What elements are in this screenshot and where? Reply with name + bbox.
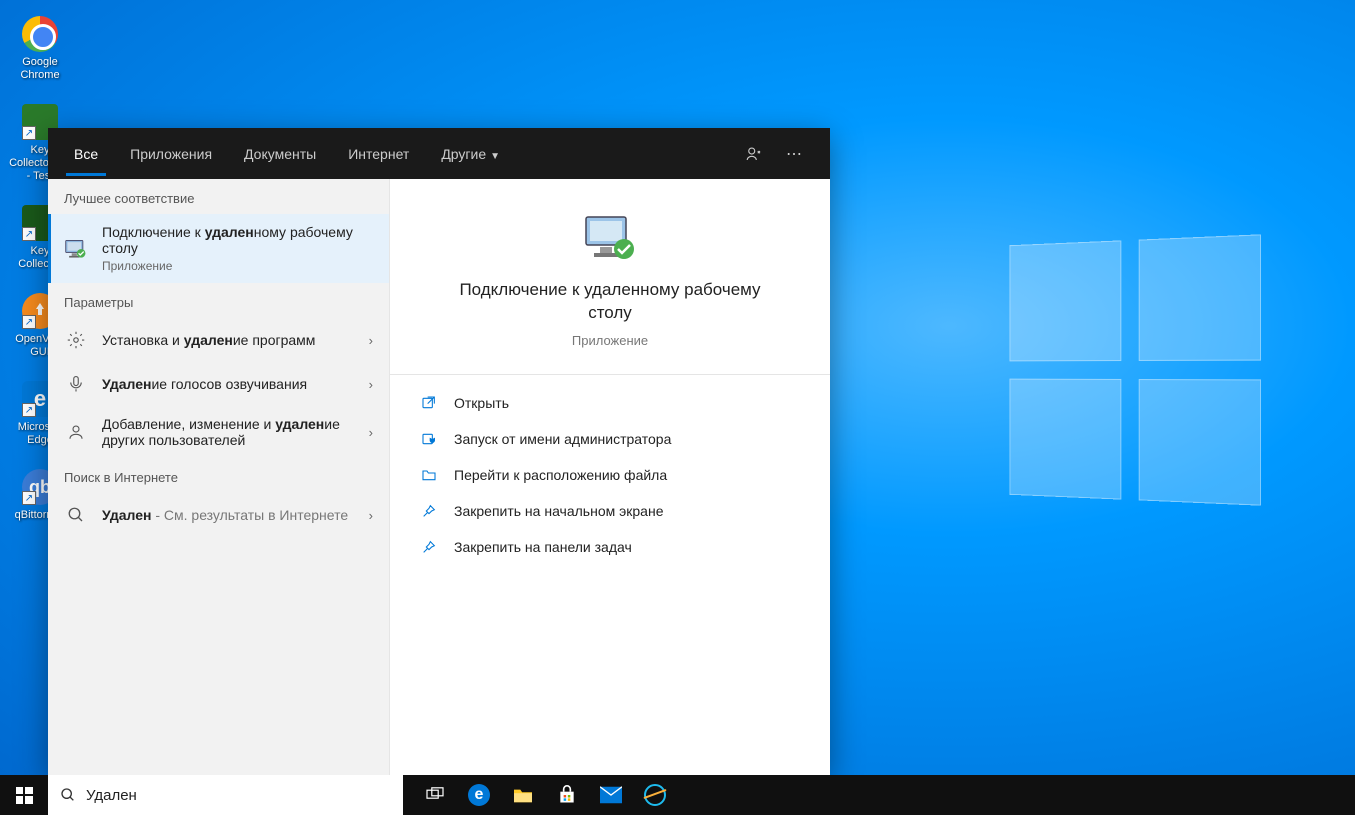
result-remote-desktop[interactable]: Подключение к удаленному рабочему столу … — [48, 214, 389, 283]
tab-internet[interactable]: Интернет — [332, 132, 425, 176]
windows-icon — [16, 787, 33, 804]
web-search-header: Поиск в Интернете — [48, 458, 389, 493]
best-match-header: Лучшее соответствие — [48, 179, 389, 214]
tab-apps[interactable]: Приложения — [114, 132, 228, 176]
search-input[interactable] — [86, 787, 391, 804]
remote-desktop-icon — [64, 237, 88, 261]
open-icon — [420, 395, 438, 411]
action-run-admin[interactable]: Запуск от имени администратора — [414, 421, 806, 457]
desktop-icon-chrome[interactable]: Google Chrome — [5, 10, 75, 86]
taskbar-app-edge[interactable]: e — [457, 775, 501, 815]
search-preview-pane: Подключение к удаленному рабочему столу … — [389, 179, 830, 775]
chevron-down-icon: ▼ — [490, 151, 500, 162]
result-remove-voices[interactable]: Удаление голосов озвучивания › — [48, 362, 389, 406]
result-manage-users[interactable]: Добавление, изменение и удаление других … — [48, 406, 389, 458]
desktop-icon-label: Google Chrome — [9, 56, 71, 82]
start-search-panel: Все Приложения Документы Интернет Другие… — [48, 128, 830, 775]
microphone-icon — [64, 372, 88, 396]
result-subtitle: Приложение — [102, 259, 373, 273]
start-button[interactable] — [0, 775, 48, 815]
settings-header: Параметры — [48, 283, 389, 318]
action-pin-taskbar[interactable]: Закрепить на панели задач — [414, 529, 806, 565]
taskbar-search-box[interactable] — [48, 775, 403, 815]
task-view-button[interactable] — [413, 775, 457, 815]
tab-documents[interactable]: Документы — [228, 132, 332, 176]
search-tabs-bar: Все Приложения Документы Интернет Другие… — [48, 128, 830, 179]
divider — [390, 374, 830, 375]
admin-shield-icon — [420, 431, 438, 447]
tab-all[interactable]: Все — [58, 132, 114, 176]
search-results-list: Лучшее соответствие Подключение к удален… — [48, 179, 389, 775]
user-icon — [64, 420, 88, 444]
tab-more[interactable]: Другие▼ — [425, 132, 516, 176]
taskbar: e — [0, 775, 1355, 815]
chevron-right-icon: › — [369, 333, 373, 348]
preview-title: Подключение к удаленному рабочему столу — [414, 279, 806, 325]
pin-icon — [420, 539, 438, 555]
chevron-right-icon: › — [369, 508, 373, 523]
action-open[interactable]: Открыть — [414, 385, 806, 421]
taskbar-app-file-explorer[interactable] — [501, 775, 545, 815]
action-pin-start[interactable]: Закрепить на начальном экране — [414, 493, 806, 529]
pin-icon — [420, 503, 438, 519]
windows-logo-wallpaper — [1009, 234, 1261, 505]
folder-icon — [420, 467, 438, 483]
remote-desktop-large-icon — [582, 215, 638, 263]
action-open-location[interactable]: Перейти к расположению файла — [414, 457, 806, 493]
taskbar-app-mail[interactable] — [589, 775, 633, 815]
chevron-right-icon: › — [369, 377, 373, 392]
preview-subtitle: Приложение — [414, 333, 806, 348]
gear-icon — [64, 328, 88, 352]
taskbar-app-store[interactable] — [545, 775, 589, 815]
chevron-right-icon: › — [369, 425, 373, 440]
taskbar-app-ie[interactable] — [633, 775, 677, 815]
result-uninstall-programs[interactable]: Установка и удаление программ › — [48, 318, 389, 362]
search-icon — [64, 503, 88, 527]
search-icon — [60, 787, 76, 803]
result-web-search[interactable]: Удален - См. результаты в Интернете › — [48, 493, 389, 537]
more-options-icon[interactable]: ⋯ — [778, 138, 810, 170]
feedback-icon[interactable] — [738, 138, 770, 170]
